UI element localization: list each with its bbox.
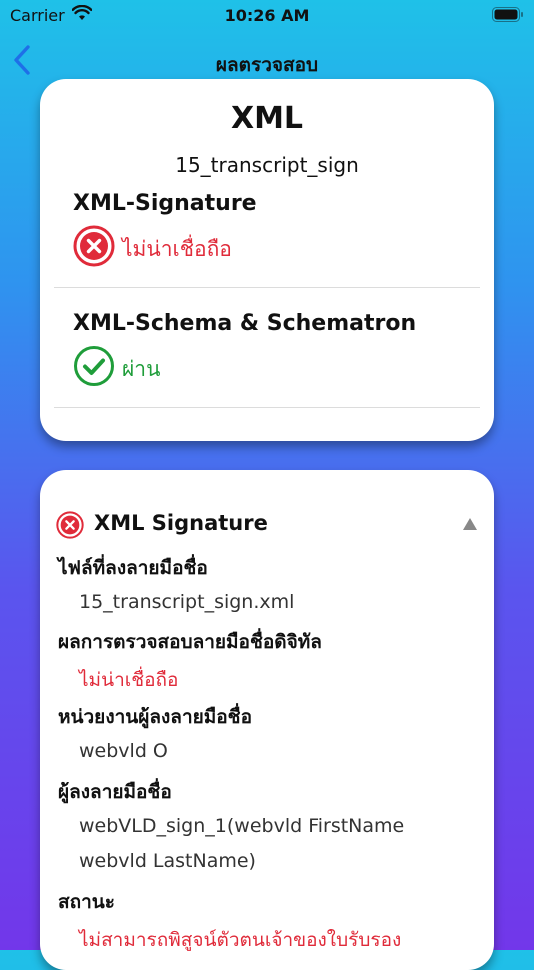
divider — [54, 287, 480, 288]
document-type-heading: XML — [230, 101, 304, 136]
page-title: ผลตรวจสอบ — [215, 54, 319, 76]
field-label-verification-result: ผลการตรวจสอบลายมือชื่อดิจิทัล — [58, 631, 322, 653]
field-value-signer-line-1: webVLD_sign_1(webvld FirstName — [79, 815, 405, 837]
field-value-verification-result: ไม่น่าเชื่อถือ — [79, 669, 179, 691]
field-value-status: ไม่สามารถพิสูจน์ตัวตนเจ้าของใบรับรอง — [79, 929, 402, 951]
divider — [54, 407, 480, 408]
collapse-toggle triangle-up-icon[interactable] — [462, 517, 478, 531]
battery-icon — [492, 7, 523, 22]
signature-detail-header[interactable]: XML Signature — [56, 510, 478, 540]
field-label-signer: ผู้ลงลายมือชื่อ — [58, 781, 172, 803]
xml-signature-status-text: ไม่น่าเชื่อถือ — [122, 237, 232, 261]
field-label-status: สถานะ — [58, 891, 115, 913]
summary-card: XML 15_transcript_sign XML-Signature ไม่… — [40, 79, 494, 441]
field-label-signed-file: ไฟล์ที่ลงลายมือชื่อ — [58, 557, 208, 579]
x-circle-icon — [73, 225, 115, 267]
field-value-signed-file: 15_transcript_sign.xml — [79, 591, 295, 613]
x-circle-icon — [56, 511, 84, 539]
field-value-signer-line-2: webvld LastName) — [79, 850, 256, 872]
navigation-bar: ผลตรวจสอบ — [0, 38, 534, 84]
signature-detail-title: XML Signature — [94, 511, 268, 535]
xml-schema-status-text: ผ่าน — [122, 357, 161, 381]
field-value-signer-organization: webvld O — [79, 740, 168, 762]
xml-signature-title: XML-Signature — [73, 191, 257, 216]
status-time: 10:26 AM — [224, 6, 310, 25]
file-name: 15_transcript_sign — [175, 153, 359, 177]
check-circle-icon — [74, 346, 114, 386]
signature-detail-card: XML Signature ไฟล์ที่ลงลายมือชื่อ 15_tra… — [40, 470, 494, 970]
xml-schema-title: XML-Schema & Schematron — [73, 311, 417, 336]
field-label-signer-organization: หน่วยงานผู้ลงลายมือชื่อ — [58, 706, 252, 728]
status-bar: Carrier 10:26 AM — [0, 0, 534, 30]
